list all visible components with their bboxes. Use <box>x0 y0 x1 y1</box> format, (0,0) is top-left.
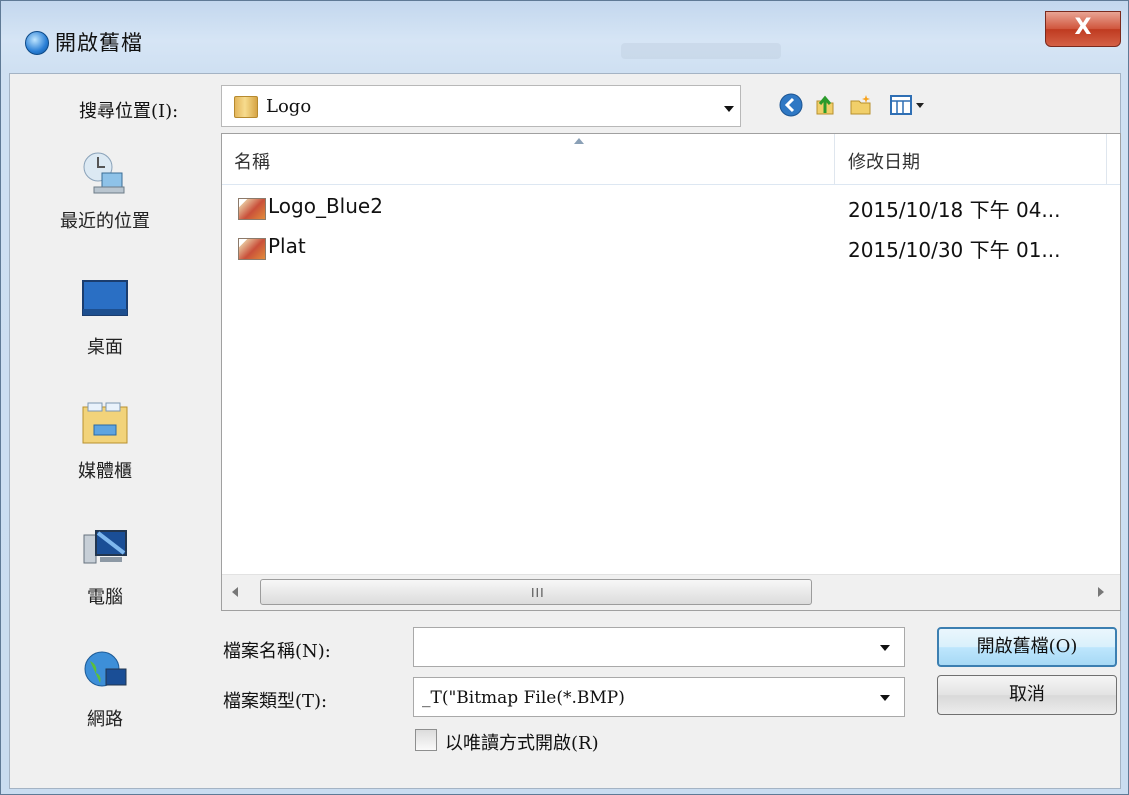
file-row[interactable]: Logo_Blue2 2015/10/18 下午 04... <box>234 192 1104 222</box>
scroll-right-icon[interactable] <box>1098 587 1104 597</box>
back-icon[interactable] <box>779 93 803 117</box>
chevron-down-icon[interactable] <box>724 106 734 112</box>
file-modified-date: 2015/10/30 下午 01... <box>848 238 1061 262</box>
recent-places-icon <box>83 152 125 194</box>
place-label: 電腦 <box>87 587 123 608</box>
look-in-label: 搜尋位置(I): <box>79 101 179 122</box>
up-folder-icon[interactable] <box>813 93 837 117</box>
view-menu-icon[interactable] <box>889 93 925 117</box>
network-icon <box>84 651 127 687</box>
file-list[interactable]: 名稱 修改日期 Logo_Blue2 2015/10/18 下午 04... P… <box>221 133 1121 611</box>
filetype-value: _T("Bitmap File(*.BMP) <box>422 688 625 708</box>
column-header-date-modified[interactable]: 修改日期 <box>848 148 920 174</box>
column-separator[interactable] <box>834 134 835 184</box>
close-button[interactable]: X <box>1045 11 1121 47</box>
filename-label: 檔案名稱(N): <box>223 641 331 662</box>
libraries-icon <box>82 402 128 444</box>
open-file-dialog: 開啟舊檔 X 搜尋位置(I): Logo 最近的位置 桌面 媒體櫃 電腦 網路 … <box>0 0 1129 795</box>
image-file-icon <box>238 238 266 260</box>
filetype-select[interactable]: _T("Bitmap File(*.BMP) <box>413 677 905 717</box>
sort-ascending-icon <box>574 138 584 144</box>
column-header-name[interactable]: 名稱 <box>234 148 270 174</box>
file-name: Plat <box>268 234 306 258</box>
file-row[interactable]: Plat 2015/10/30 下午 01... <box>234 232 1104 262</box>
places-bar: 最近的位置 桌面 媒體櫃 電腦 網路 <box>15 143 195 763</box>
horizontal-scrollbar[interactable]: III <box>222 574 1120 610</box>
place-desktop[interactable]: 桌面 <box>15 277 195 359</box>
place-network[interactable]: 網路 <box>15 649 195 731</box>
filetype-label: 檔案類型(T): <box>223 691 328 712</box>
place-label: 最近的位置 <box>60 211 150 232</box>
computer-icon <box>83 530 127 564</box>
chevron-down-icon[interactable] <box>880 695 890 701</box>
new-folder-icon[interactable] <box>849 93 873 117</box>
folder-icon <box>234 96 258 118</box>
look-in-combobox[interactable]: Logo <box>221 85 741 127</box>
app-icon <box>25 31 49 55</box>
place-recent[interactable]: 最近的位置 <box>15 151 195 233</box>
file-name: Logo_Blue2 <box>268 194 383 218</box>
readonly-checkbox[interactable] <box>415 729 437 751</box>
place-label: 媒體櫃 <box>78 461 132 482</box>
open-button[interactable]: 開啟舊檔(O) <box>937 627 1117 667</box>
chevron-down-icon[interactable] <box>880 645 890 651</box>
image-file-icon <box>238 198 266 220</box>
file-modified-date: 2015/10/18 下午 04... <box>848 198 1061 222</box>
window-title: 開啟舊檔 <box>55 31 143 55</box>
look-in-value: Logo <box>266 96 312 117</box>
place-computer[interactable]: 電腦 <box>15 527 195 609</box>
title-bar-background-blur <box>621 43 781 59</box>
file-list-header: 名稱 修改日期 <box>222 134 1120 185</box>
filename-input[interactable] <box>413 627 905 667</box>
place-label: 網路 <box>87 709 123 730</box>
cancel-button[interactable]: 取消 <box>937 675 1117 715</box>
place-libraries[interactable]: 媒體櫃 <box>15 401 195 483</box>
scroll-left-icon[interactable] <box>232 587 238 597</box>
desktop-icon <box>82 280 128 316</box>
scrollbar-grip: III <box>531 586 545 600</box>
column-separator[interactable] <box>1106 134 1107 184</box>
scrollbar-thumb[interactable]: III <box>260 579 812 605</box>
place-label: 桌面 <box>87 337 123 358</box>
readonly-label[interactable]: 以唯讀方式開啟(R) <box>445 729 599 755</box>
title-bar[interactable]: 開啟舊檔 X <box>1 1 1128 69</box>
